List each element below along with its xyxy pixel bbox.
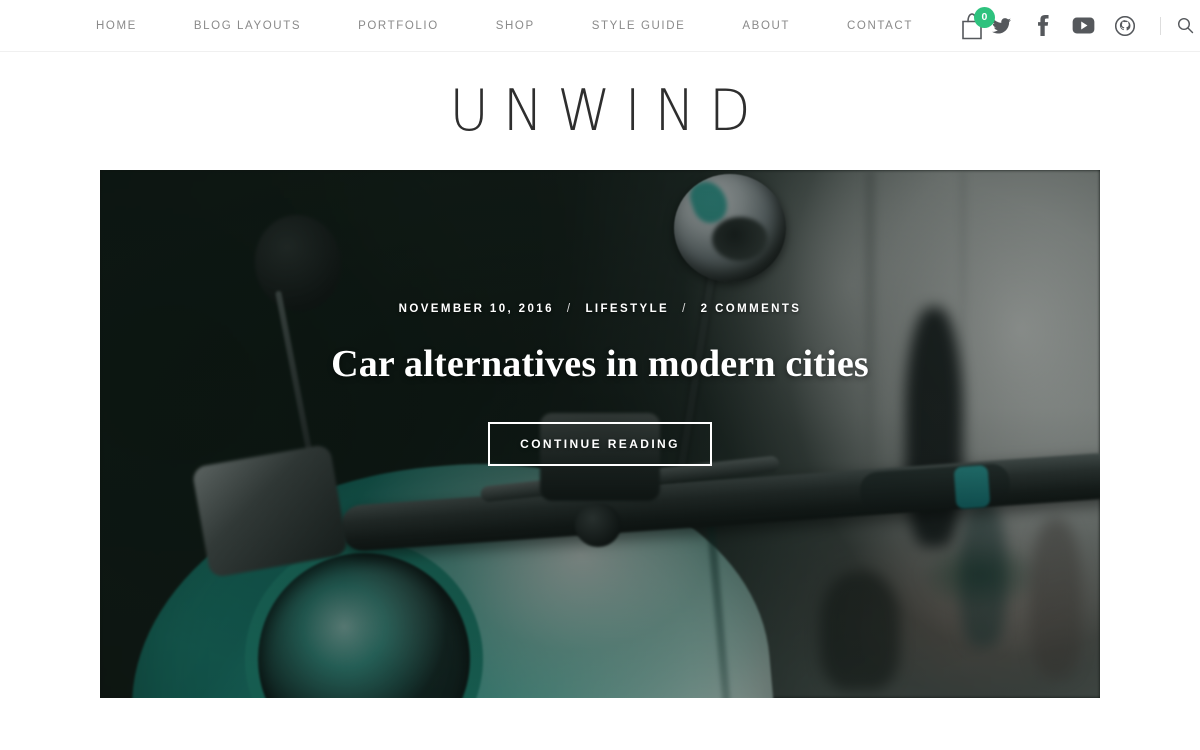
site-logo-area: UNWIND (0, 52, 1200, 170)
nav-item-shop[interactable]: SHOP (496, 20, 535, 32)
cart-count-badge: 0 (973, 6, 995, 28)
facebook-icon[interactable] (1030, 13, 1056, 39)
post-date[interactable]: NOVEMBER 10, 2016 (399, 303, 554, 315)
featured-post-card[interactable]: NOVEMBER 10, 2016 / LIFESTYLE / 2 COMMEN… (100, 170, 1100, 698)
post-meta: NOVEMBER 10, 2016 / LIFESTYLE / 2 COMMEN… (399, 303, 802, 315)
hero-content: NOVEMBER 10, 2016 / LIFESTYLE / 2 COMMEN… (100, 170, 1100, 698)
primary-navigation: HOME BLOG LAYOUTS PORTFOLIO SHOP STYLE G… (96, 6, 995, 43)
cart-button[interactable]: 0 (955, 6, 995, 43)
nav-item-home[interactable]: HOME (96, 20, 137, 32)
nav-item-portfolio[interactable]: PORTFOLIO (358, 20, 439, 32)
nav-item-blog-layouts[interactable]: BLOG LAYOUTS (194, 20, 301, 32)
nav-item-contact[interactable]: CONTACT (847, 20, 913, 32)
site-header: HOME BLOG LAYOUTS PORTFOLIO SHOP STYLE G… (0, 0, 1200, 52)
github-icon[interactable] (1112, 13, 1138, 39)
header-right-tools (989, 13, 1197, 39)
meta-separator: / (566, 303, 573, 315)
post-comments-count[interactable]: 2 COMMENTS (701, 303, 802, 315)
post-category[interactable]: LIFESTYLE (585, 303, 669, 315)
header-divider (1159, 16, 1161, 35)
nav-item-about[interactable]: ABOUT (742, 20, 790, 32)
meta-separator: / (682, 303, 688, 315)
search-icon[interactable] (1175, 15, 1197, 37)
continue-reading-button[interactable]: CONTINUE READING (488, 421, 712, 466)
nav-item-style-guide[interactable]: STYLE GUIDE (592, 20, 686, 32)
site-logo[interactable]: UNWIND (435, 82, 764, 139)
post-title[interactable]: Car alternatives in modern cities (331, 342, 869, 387)
youtube-icon[interactable] (1071, 13, 1097, 39)
hero-section: NOVEMBER 10, 2016 / LIFESTYLE / 2 COMMEN… (0, 170, 1200, 698)
